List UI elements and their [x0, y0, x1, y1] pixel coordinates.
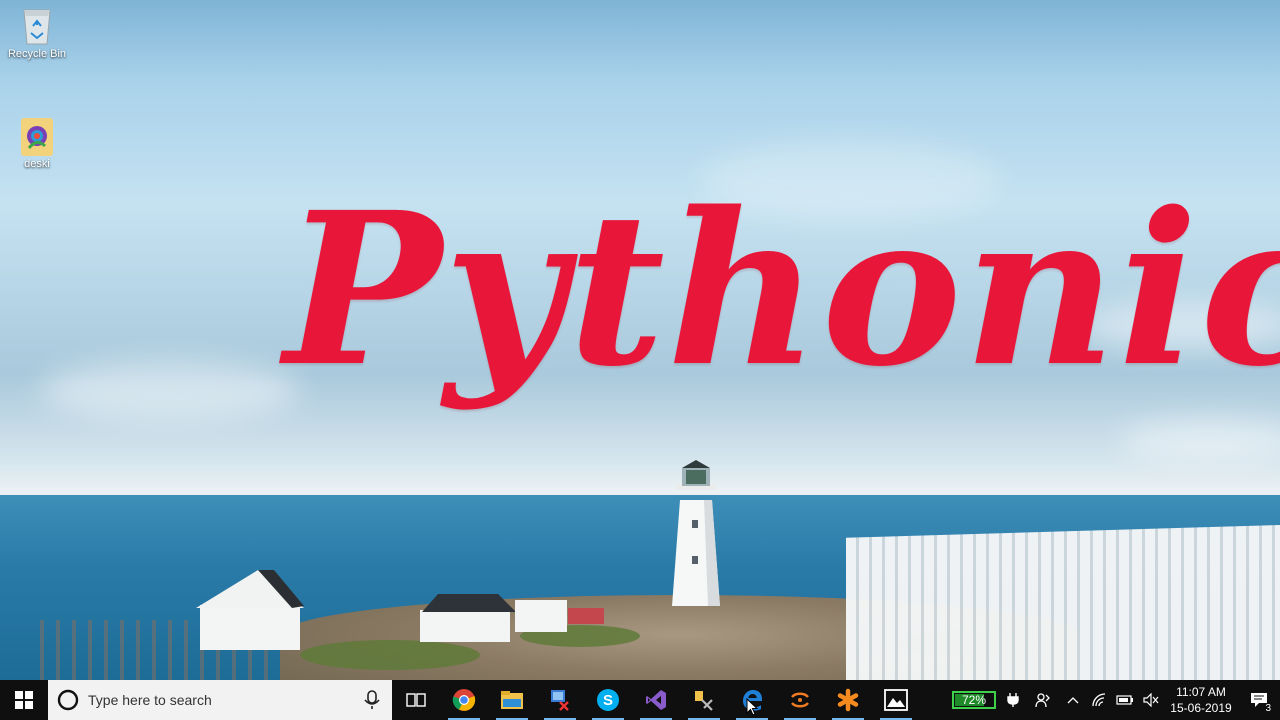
tools-app-icon — [695, 691, 713, 711]
white-fence — [846, 525, 1280, 680]
taskbar-app-sync[interactable] — [776, 680, 824, 720]
desktop-icon-label: Recycle Bin — [7, 48, 67, 60]
task-view-button[interactable] — [392, 680, 440, 720]
house-red-roof — [568, 608, 604, 624]
taskbar-app-tools[interactable] — [680, 680, 728, 720]
power-plug-icon[interactable] — [1000, 680, 1026, 720]
taskbar-app-skype[interactable]: S — [584, 680, 632, 720]
desktop-icon-deski[interactable]: deski — [0, 116, 74, 170]
photos-icon — [884, 689, 908, 711]
battery-percent: 72% — [961, 693, 987, 707]
battery-tray-icon[interactable] — [1112, 680, 1138, 720]
wifi-icon[interactable] — [1086, 680, 1112, 720]
recycle-bin-icon — [19, 6, 55, 46]
battery-indicator[interactable]: 72% — [952, 691, 996, 709]
task-view-icon — [406, 693, 426, 707]
taskbar: Type here to search S 72% 11:07 AM 15-06… — [0, 680, 1280, 720]
desktop[interactable]: Pythonic Recycle Bin deski — [0, 0, 1280, 680]
house-left — [200, 605, 300, 650]
windows-logo-icon — [15, 691, 33, 709]
cloud — [1120, 420, 1280, 460]
desktop-icon-label: deski — [24, 158, 50, 170]
house-left-roof — [196, 570, 304, 608]
start-button[interactable] — [0, 680, 48, 720]
svg-text:S: S — [603, 692, 613, 709]
file-explorer-icon — [501, 691, 523, 709]
people-icon[interactable] — [1026, 680, 1060, 720]
clock[interactable]: 11:07 AM 15-06-2019 — [1164, 684, 1238, 716]
taskbar-app-edge[interactable] — [728, 680, 776, 720]
desktop-icon-recycle-bin[interactable]: Recycle Bin — [0, 6, 74, 60]
wallpaper-title: Pythonic — [284, 166, 1280, 413]
network-app-icon — [551, 690, 569, 711]
volume-muted-icon[interactable] — [1138, 680, 1164, 720]
taskbar-app-file-explorer[interactable] — [488, 680, 536, 720]
grass — [300, 640, 480, 670]
house-middle — [420, 610, 510, 642]
house-annex — [515, 600, 567, 632]
taskbar-app-network[interactable] — [536, 680, 584, 720]
skype-icon: S — [597, 689, 619, 711]
cloud — [40, 360, 300, 420]
taskbar-app-asterisk[interactable] — [824, 680, 872, 720]
asterisk-app-icon — [837, 688, 859, 712]
visual-studio-icon — [646, 690, 666, 710]
clock-time: 11:07 AM — [1176, 685, 1226, 699]
sync-app-icon — [791, 692, 809, 708]
search-placeholder: Type here to search — [88, 692, 212, 708]
taskbar-app-visual-studio[interactable] — [632, 680, 680, 720]
chevron-up-icon[interactable] — [1060, 680, 1086, 720]
mouse-cursor-icon — [746, 698, 758, 716]
action-center-button[interactable]: 3 — [1238, 680, 1280, 720]
system-tray: 72% 11:07 AM 15-06-2019 3 — [944, 680, 1280, 720]
cortana-circle-icon — [57, 689, 79, 711]
taskbar-app-photos[interactable] — [872, 680, 920, 720]
house-middle-roof — [422, 594, 516, 612]
search-box[interactable]: Type here to search — [48, 680, 392, 720]
chrome-icon — [452, 689, 476, 711]
microphone-icon[interactable] — [352, 688, 392, 712]
notification-count: 3 — [1262, 703, 1274, 714]
clock-date: 15-06-2019 — [1170, 701, 1232, 715]
taskbar-app-chrome[interactable] — [440, 680, 488, 720]
desktop-shortcut-icon — [19, 116, 55, 156]
